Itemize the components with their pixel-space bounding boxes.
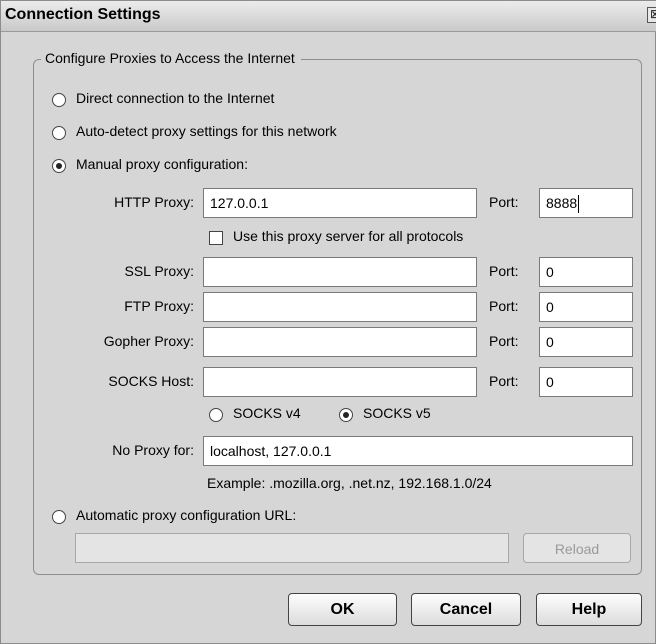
socks-v5-label[interactable]: SOCKS v5	[363, 405, 431, 421]
socks-port-input[interactable]: 0	[539, 367, 633, 397]
text-caret	[578, 195, 580, 214]
socks-port-label: Port:	[489, 373, 519, 389]
http-port-label: Port:	[489, 194, 519, 210]
no-proxy-label: No Proxy for:	[112, 442, 194, 458]
ssl-port-value: 0	[546, 264, 554, 280]
http-proxy-value: 127.0.0.1	[210, 195, 269, 211]
ssl-port-input[interactable]: 0	[539, 257, 633, 287]
http-port-value: 8888	[546, 195, 578, 211]
no-proxy-example: Example: .mozilla.org, .net.nz, 192.168.…	[207, 475, 492, 491]
socks-v5-radio[interactable]	[339, 408, 353, 422]
ssl-proxy-label: SSL Proxy:	[124, 263, 194, 279]
cancel-button[interactable]: Cancel	[411, 593, 521, 626]
auto-config-url-input[interactable]	[75, 533, 509, 563]
title-bar: Connection Settings ⊠	[1, 1, 656, 32]
group-legend: Configure Proxies to Access the Internet	[41, 50, 301, 66]
ssl-port-label: Port:	[489, 263, 519, 279]
ok-button[interactable]: OK	[288, 593, 397, 626]
no-proxy-input[interactable]: localhost, 127.0.0.1	[203, 436, 633, 466]
gopher-port-label: Port:	[489, 333, 519, 349]
socks-host-input[interactable]	[203, 367, 477, 397]
ftp-port-input[interactable]: 0	[539, 292, 633, 322]
auto-detect-label[interactable]: Auto-detect proxy settings for this netw…	[76, 123, 337, 139]
manual-proxy-label[interactable]: Manual proxy configuration:	[76, 156, 248, 172]
gopher-proxy-input[interactable]	[203, 327, 477, 357]
ftp-proxy-label: FTP Proxy:	[124, 298, 194, 314]
no-proxy-value: localhost, 127.0.0.1	[210, 443, 332, 459]
ftp-port-label: Port:	[489, 298, 519, 314]
connection-settings-dialog: Connection Settings ⊠ Configure Proxies …	[0, 0, 656, 644]
ftp-port-value: 0	[546, 299, 554, 315]
ftp-proxy-input[interactable]	[203, 292, 477, 322]
auto-config-url-radio[interactable]	[52, 510, 66, 524]
dialog-title: Connection Settings	[5, 6, 161, 23]
http-port-input[interactable]: 8888	[539, 188, 633, 218]
http-proxy-input[interactable]: 127.0.0.1	[203, 188, 477, 218]
help-button[interactable]: Help	[536, 593, 642, 626]
use-for-all-checkbox[interactable]	[209, 231, 223, 245]
direct-connection-radio[interactable]	[52, 93, 66, 107]
gopher-port-value: 0	[546, 334, 554, 350]
auto-config-url-label[interactable]: Automatic proxy configuration URL:	[76, 507, 296, 523]
gopher-proxy-label: Gopher Proxy:	[103, 333, 194, 349]
socks-v4-label[interactable]: SOCKS v4	[233, 405, 301, 421]
ssl-proxy-input[interactable]	[203, 257, 477, 287]
gopher-port-input[interactable]: 0	[539, 327, 633, 357]
close-icon[interactable]: ⊠	[647, 7, 656, 23]
reload-button[interactable]: Reload	[523, 533, 631, 563]
auto-detect-radio[interactable]	[52, 126, 66, 140]
socks-host-label: SOCKS Host:	[108, 373, 194, 389]
direct-connection-label[interactable]: Direct connection to the Internet	[76, 90, 274, 106]
manual-proxy-radio[interactable]	[52, 159, 66, 173]
socks-v4-radio[interactable]	[209, 408, 223, 422]
use-for-all-label[interactable]: Use this proxy server for all protocols	[233, 228, 463, 244]
socks-port-value: 0	[546, 374, 554, 390]
http-proxy-label: HTTP Proxy:	[114, 194, 194, 210]
